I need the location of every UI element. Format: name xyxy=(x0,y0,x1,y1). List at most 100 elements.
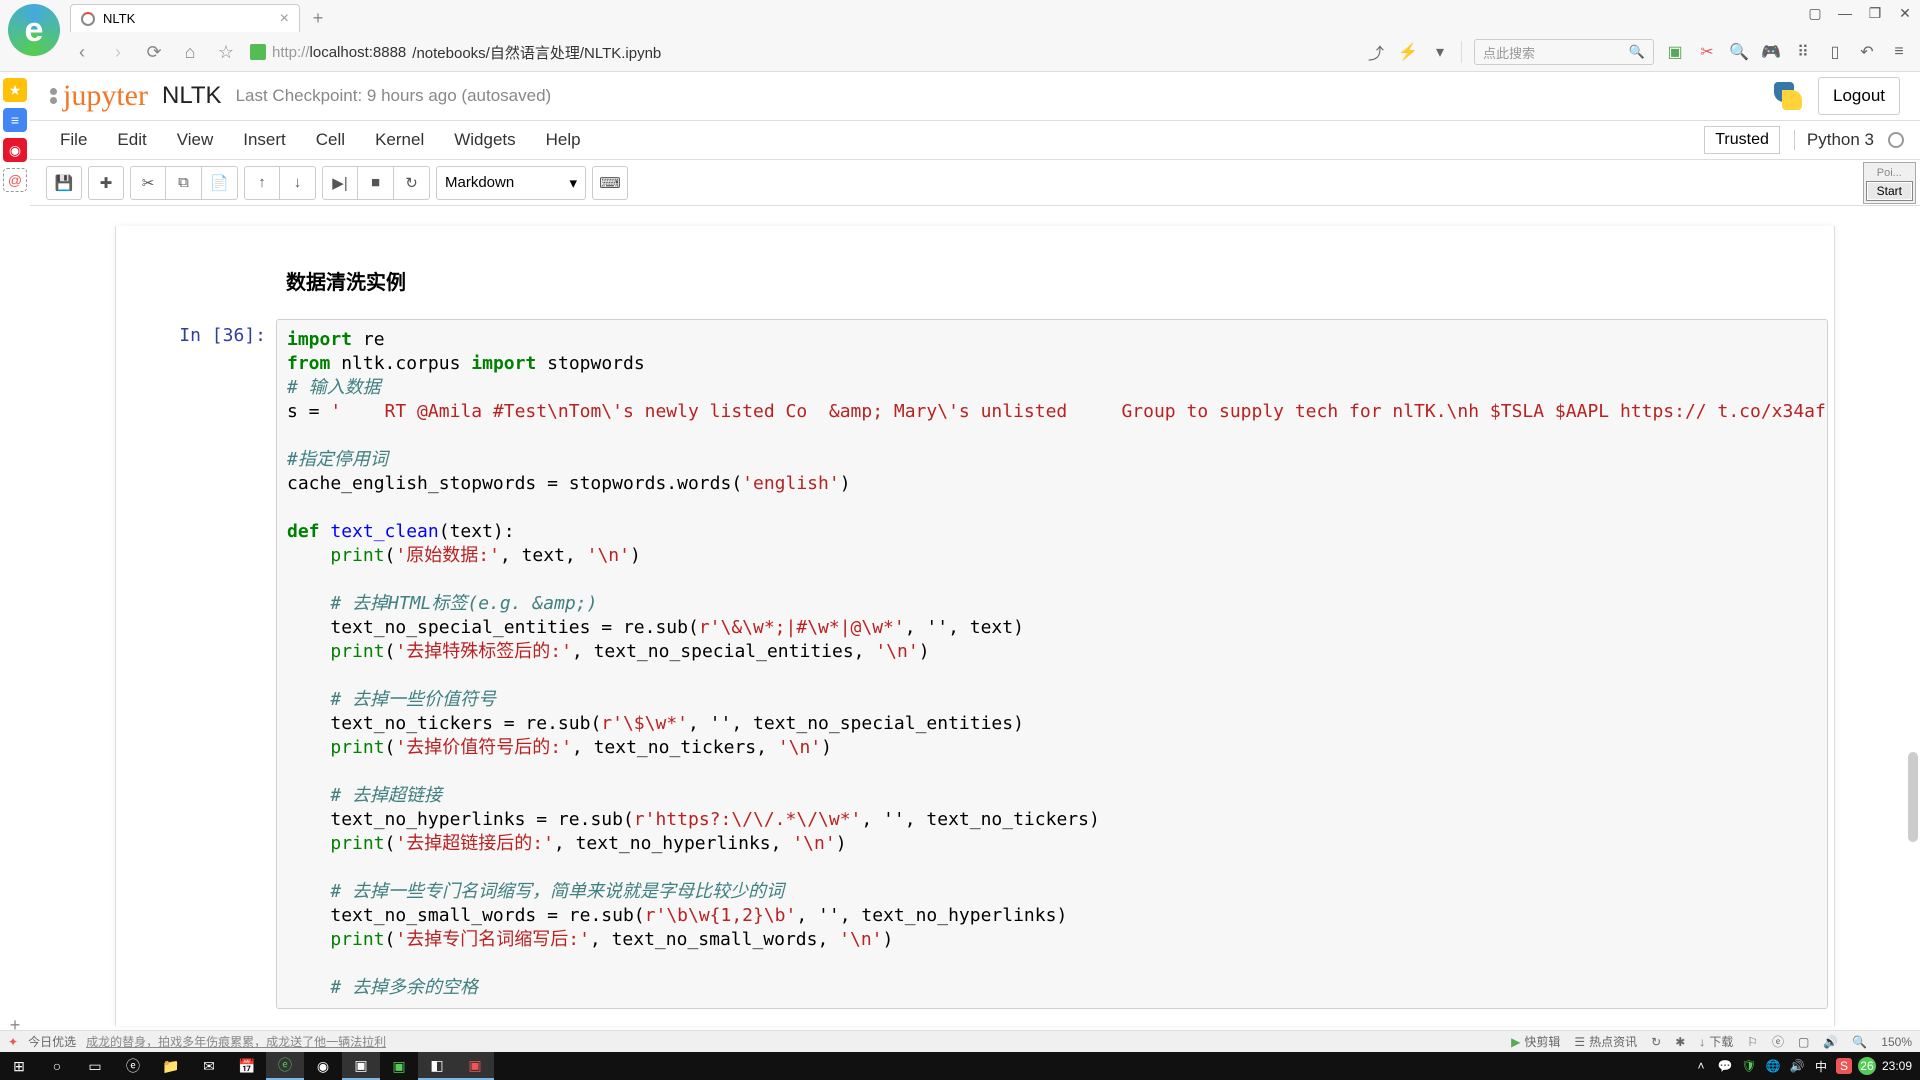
menu-widgets[interactable]: Widgets xyxy=(440,124,529,156)
favorite-button[interactable]: ☆ xyxy=(214,40,238,64)
vertical-scrollbar[interactable] xyxy=(1906,206,1920,1046)
ie-icon[interactable]: ⓔ xyxy=(1772,1033,1784,1050)
apps-icon[interactable]: ⠿ xyxy=(1794,43,1812,61)
code-icon[interactable]: ▣ xyxy=(342,1052,380,1080)
stop-button[interactable]: ■ xyxy=(358,166,394,200)
trusted-badge[interactable]: Trusted xyxy=(1704,126,1780,154)
browser-tab[interactable]: NLTK × xyxy=(70,4,300,32)
game-icon[interactable]: 🎮 xyxy=(1762,43,1780,61)
cell-type-select[interactable]: Markdown ▾ xyxy=(436,166,586,200)
cut-button[interactable]: ✂ xyxy=(130,166,166,200)
edge-icon[interactable]: ⓔ xyxy=(114,1052,152,1080)
menu-file[interactable]: File xyxy=(46,124,101,156)
doc-icon[interactable]: ≡ xyxy=(3,108,27,132)
notebook-name[interactable]: NLTK xyxy=(162,82,222,110)
start-button[interactable]: Start xyxy=(1866,181,1913,201)
menu-view[interactable]: View xyxy=(163,124,228,156)
menu-insert[interactable]: Insert xyxy=(229,124,300,156)
code-input[interactable]: import re from nltk.corpus import stopwo… xyxy=(276,319,1828,1009)
menu-help[interactable]: Help xyxy=(532,124,595,156)
command-palette-button[interactable]: ⌨ xyxy=(592,166,628,200)
undo-icon[interactable]: ↶ xyxy=(1858,43,1876,61)
menu-cell[interactable]: Cell xyxy=(302,124,359,156)
browser-taskbar-icon[interactable]: ⓔ xyxy=(266,1052,304,1080)
move-down-button[interactable]: ↓ xyxy=(280,166,316,200)
restart-button[interactable]: ↻ xyxy=(394,166,430,200)
volume-tray-icon[interactable]: 🔊 xyxy=(1788,1057,1806,1075)
weibo-icon[interactable]: ◉ xyxy=(3,138,27,162)
at-icon[interactable]: @ xyxy=(3,168,27,192)
mail-icon[interactable]: ✉ xyxy=(190,1052,228,1080)
menu-icon[interactable]: ≡ xyxy=(1890,43,1908,61)
shield-tray-icon[interactable]: 🛡 xyxy=(1740,1057,1758,1075)
mobile-icon[interactable]: ▯ xyxy=(1826,43,1844,61)
wechat-tray-icon[interactable]: 💬 xyxy=(1716,1057,1734,1075)
zoom-level[interactable]: 150% xyxy=(1881,1035,1912,1049)
new-tab-button[interactable]: + xyxy=(306,6,330,30)
sogou-tray-icon[interactable]: S xyxy=(1836,1058,1852,1074)
forward-button[interactable]: › xyxy=(106,40,130,64)
explorer-icon[interactable]: 📁 xyxy=(152,1052,190,1080)
maximize-button[interactable]: ❐ xyxy=(1866,4,1884,22)
home-button[interactable]: ⌂ xyxy=(178,40,202,64)
news-ticker[interactable]: 成龙的替身，拍戏多年伤痕累累，成龙送了他一辆法拉利 xyxy=(86,1033,386,1050)
copy-button[interactable]: ⧉ xyxy=(166,166,202,200)
minimize-button[interactable]: — xyxy=(1836,4,1854,22)
close-window-button[interactable]: ✕ xyxy=(1896,4,1914,22)
paste-button[interactable]: 📄 xyxy=(202,166,238,200)
scrollbar-thumb[interactable] xyxy=(1908,752,1918,842)
app-icon-3[interactable]: ▣ xyxy=(456,1052,494,1080)
clock[interactable]: 23:09 xyxy=(1882,1059,1912,1073)
taskview-icon[interactable]: ▭ xyxy=(76,1052,114,1080)
window-icon[interactable]: ▢ xyxy=(1798,1035,1809,1049)
download-icon[interactable]: ↓下载 xyxy=(1699,1033,1733,1050)
code-cell[interactable]: In [36]: import re from nltk.corpus impo… xyxy=(116,315,1834,1013)
hotnews-icon[interactable]: ☰热点资讯 xyxy=(1574,1033,1637,1050)
save-button[interactable]: 💾 xyxy=(46,166,82,200)
calendar-icon[interactable]: 📅 xyxy=(228,1052,266,1080)
flag-icon[interactable]: ⚐ xyxy=(1747,1035,1758,1049)
logout-button[interactable]: Logout xyxy=(1818,77,1900,115)
browser-chrome: ▢ — ❐ ✕ NLTK × + ‹ › ⟳ ⌂ ☆ http://localh… xyxy=(0,0,1920,72)
back-button[interactable]: ‹ xyxy=(70,40,94,64)
share-icon[interactable]: ⤴ xyxy=(1367,43,1385,61)
overlay-panel[interactable]: Poi... Start xyxy=(1863,162,1916,204)
quickcut-icon[interactable]: ▶快剪辑 xyxy=(1511,1033,1560,1050)
reload-button[interactable]: ⟳ xyxy=(142,40,166,64)
search-input[interactable]: 点此搜索 🔍 xyxy=(1474,39,1654,65)
start-menu-button[interactable]: ⊞ xyxy=(0,1052,38,1080)
chrome-icon[interactable]: ◉ xyxy=(304,1052,342,1080)
scissors-icon[interactable]: ✂ xyxy=(1698,43,1716,61)
menu-kernel[interactable]: Kernel xyxy=(361,124,438,156)
ime-tray-icon[interactable]: 中 xyxy=(1812,1057,1830,1075)
extension-icon[interactable]: ▣ xyxy=(1666,43,1684,61)
today-label[interactable]: 今日优选 xyxy=(28,1033,76,1050)
move-up-button[interactable]: ↑ xyxy=(244,166,280,200)
menu-edit[interactable]: Edit xyxy=(103,124,160,156)
flash-icon[interactable]: ⚡ xyxy=(1399,43,1417,61)
date-badge-icon[interactable]: 26 xyxy=(1858,1057,1876,1075)
markdown-cell[interactable]: 数据清洗实例 xyxy=(116,266,1834,315)
close-tab-icon[interactable]: × xyxy=(280,10,289,28)
zoom-icon[interactable]: 🔍 xyxy=(1852,1035,1867,1049)
jupyter-logo[interactable]: jupyter xyxy=(50,79,148,113)
search-taskbar-icon[interactable]: ○ xyxy=(38,1052,76,1080)
address-bar[interactable]: http://localhost:8888/notebooks/自然语言处理/N… xyxy=(250,42,661,63)
star-icon[interactable]: ★ xyxy=(3,78,27,102)
app-icon-2[interactable]: ◧ xyxy=(418,1052,456,1080)
kernel-name[interactable]: Python 3 xyxy=(1794,130,1874,150)
add-cell-button[interactable]: ✚ xyxy=(88,166,124,200)
speaker-status-icon[interactable]: 🔊 xyxy=(1823,1035,1838,1049)
mute-icon[interactable]: ✱ xyxy=(1675,1035,1685,1049)
lollipop-icon[interactable]: 🔍 xyxy=(1730,43,1748,61)
browser-logo-icon[interactable] xyxy=(8,4,60,56)
refresh-icon[interactable]: ↻ xyxy=(1651,1035,1661,1049)
search-icon[interactable]: 🔍 xyxy=(1629,44,1645,60)
tray-up-icon[interactable]: ˄ xyxy=(1692,1057,1710,1075)
app-icon-1[interactable]: ▣ xyxy=(380,1052,418,1080)
dropdown-icon[interactable]: ▾ xyxy=(1431,43,1449,61)
network-tray-icon[interactable]: 🌐 xyxy=(1764,1057,1782,1075)
browser-status-bar: ✦ 今日优选 成龙的替身，拍戏多年伤痕累累，成龙送了他一辆法拉利 ▶快剪辑 ☰热… xyxy=(0,1030,1920,1052)
run-button[interactable]: ▶| xyxy=(322,166,358,200)
tab-sidebar-icon[interactable]: ▢ xyxy=(1806,4,1824,22)
